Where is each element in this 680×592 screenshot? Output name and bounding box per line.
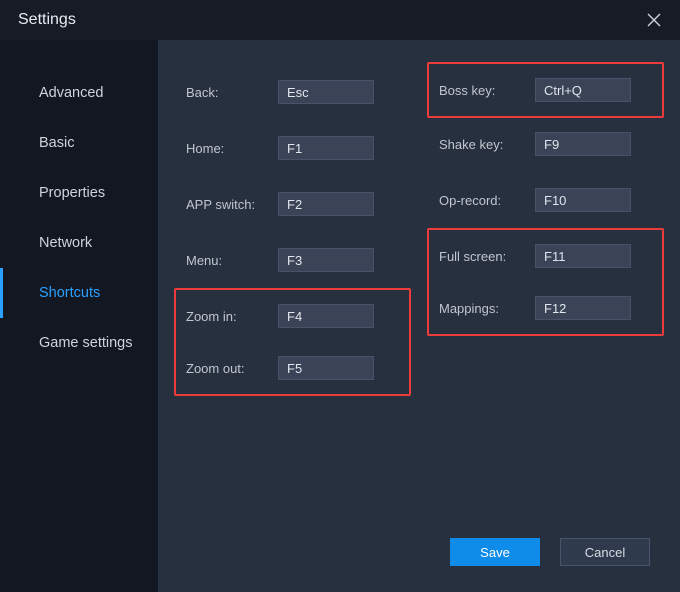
shortcut-input[interactable]: [535, 78, 631, 102]
highlight-box: Zoom in: Zoom out:: [174, 288, 411, 396]
sidebar-item-advanced[interactable]: Advanced: [0, 68, 158, 118]
save-button[interactable]: Save: [450, 538, 540, 566]
shortcut-label: Boss key:: [439, 83, 535, 98]
titlebar: Settings: [0, 0, 680, 40]
sidebar-item-properties[interactable]: Properties: [0, 168, 158, 218]
shortcut-input[interactable]: [535, 132, 631, 156]
shortcut-input[interactable]: [535, 244, 631, 268]
shortcut-row: Menu:: [186, 232, 399, 288]
sidebar-item-game-settings[interactable]: Game settings: [0, 318, 158, 368]
left-column: Back: Home: APP switch: Menu: Zoom in: Zoom o…: [186, 64, 399, 396]
shortcut-row: Zoom out:: [186, 342, 399, 394]
shortcut-label: Mappings:: [439, 301, 535, 316]
shortcut-label: Home:: [186, 141, 278, 156]
footer: Save Cancel: [450, 538, 650, 566]
shortcut-row: Home:: [186, 120, 399, 176]
window-title: Settings: [18, 11, 642, 29]
body: AdvancedBasicPropertiesNetworkShortcutsG…: [0, 40, 680, 592]
sidebar-item-basic[interactable]: Basic: [0, 118, 158, 168]
cancel-button[interactable]: Cancel: [560, 538, 650, 566]
shortcut-input[interactable]: [278, 356, 374, 380]
shortcut-row: Back:: [186, 64, 399, 120]
shortcut-label: Shake key:: [439, 137, 535, 152]
shortcut-label: Back:: [186, 85, 278, 100]
shortcut-input[interactable]: [278, 192, 374, 216]
shortcut-input[interactable]: [278, 136, 374, 160]
shortcut-label: APP switch:: [186, 197, 278, 212]
shortcut-row: Zoom in:: [186, 290, 399, 342]
shortcut-row: Boss key:: [439, 64, 652, 116]
shortcut-input[interactable]: [278, 304, 374, 328]
sidebar: AdvancedBasicPropertiesNetworkShortcutsG…: [0, 40, 158, 592]
close-button[interactable]: [642, 8, 666, 32]
shortcut-label: Zoom in:: [186, 309, 278, 324]
shortcut-row: Shake key:: [439, 116, 652, 172]
sidebar-item-network[interactable]: Network: [0, 218, 158, 268]
shortcut-grid: Back: Home: APP switch: Menu: Zoom in: Zoom o…: [186, 64, 652, 396]
sidebar-item-shortcuts[interactable]: Shortcuts: [0, 268, 158, 318]
shortcut-input[interactable]: [535, 296, 631, 320]
shortcut-label: Op-record:: [439, 193, 535, 208]
right-column: Boss key: Shake key: Op-record: Full screen…: [439, 64, 652, 396]
shortcut-label: Full screen:: [439, 249, 535, 264]
shortcut-input[interactable]: [535, 188, 631, 212]
main-panel: Back: Home: APP switch: Menu: Zoom in: Zoom o…: [158, 40, 680, 592]
shortcut-input[interactable]: [278, 80, 374, 104]
shortcut-row: APP switch:: [186, 176, 399, 232]
close-icon: [647, 13, 661, 27]
shortcut-label: Menu:: [186, 253, 278, 268]
shortcut-label: Zoom out:: [186, 361, 278, 376]
highlight-box: Full screen: Mappings:: [427, 228, 664, 336]
shortcut-row: Mappings:: [439, 282, 652, 334]
shortcut-row: Op-record:: [439, 172, 652, 228]
highlight-box: Boss key:: [427, 62, 664, 118]
shortcut-row: Full screen:: [439, 230, 652, 282]
shortcut-input[interactable]: [278, 248, 374, 272]
